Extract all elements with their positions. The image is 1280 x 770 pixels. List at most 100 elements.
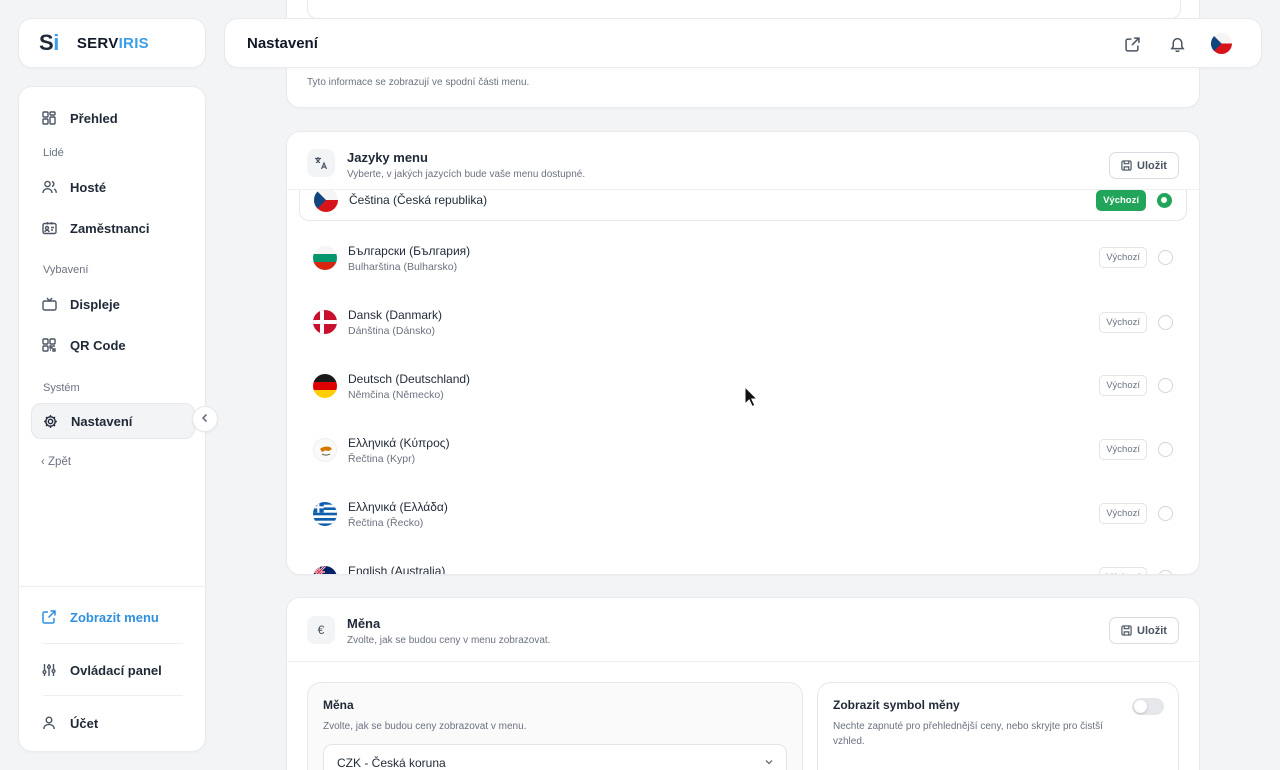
section-label-equipment: Vybavení bbox=[43, 264, 89, 276]
save-languages-button[interactable]: Uložit bbox=[1109, 152, 1179, 179]
logo-text: SERVIRIS bbox=[77, 35, 149, 52]
chevron-left-icon: ‹ bbox=[41, 456, 49, 468]
default-badge[interactable]: Výchozí bbox=[1096, 190, 1146, 211]
currency-card: € Měna Zvolte, jak se budou ceny v menu … bbox=[286, 597, 1200, 770]
currency-symbol-panel: Zobrazit symbol měny Nechte zapnuté pro … bbox=[817, 682, 1179, 770]
currency-panel-subtitle: Zvolte, jak se budou ceny zobrazovat v m… bbox=[323, 721, 527, 732]
flag-bg-icon bbox=[313, 246, 337, 270]
tv-icon bbox=[41, 296, 57, 312]
default-radio[interactable] bbox=[1157, 193, 1172, 208]
show-menu-link[interactable]: Zobrazit menu bbox=[31, 600, 195, 634]
user-icon bbox=[41, 715, 57, 731]
language-row[interactable]: Ελληνικά (Ελλάδα) Řečtina (Řecko) Výchoz… bbox=[287, 482, 1199, 546]
sidebar-divider bbox=[43, 695, 183, 696]
flag-au-icon bbox=[313, 566, 337, 574]
language-name: Ελληνικά (Ελλάδα) bbox=[348, 500, 448, 514]
sidebar-item-label: Nastavení bbox=[71, 413, 133, 429]
chevron-down-icon bbox=[764, 757, 774, 767]
section-label-people: Lidé bbox=[43, 147, 64, 159]
currency-symbol-toggle[interactable] bbox=[1132, 698, 1164, 715]
sidebar-item-qr[interactable]: QR Code bbox=[31, 327, 195, 363]
logo[interactable]: Si SERVIRIS bbox=[18, 18, 206, 68]
save-icon bbox=[1121, 625, 1132, 636]
sidebar-item-overview[interactable]: Přehled bbox=[31, 100, 195, 136]
sidebar-divider bbox=[19, 586, 207, 587]
page-title: Nastavení bbox=[247, 34, 318, 52]
info-input[interactable] bbox=[307, 0, 1181, 19]
logo-text-b: IRIS bbox=[118, 34, 149, 52]
info-hint: Tyto informace se zobrazují ve spodní čá… bbox=[307, 77, 530, 88]
language-row[interactable]: Dansk (Danmark) Dánština (Dánsko) Výchoz… bbox=[287, 290, 1199, 354]
set-default-button[interactable]: Výchozí bbox=[1099, 312, 1147, 333]
bell-icon[interactable] bbox=[1167, 34, 1187, 54]
set-default-button[interactable]: Výchozí bbox=[1099, 247, 1147, 268]
language-name: Български (България) bbox=[348, 244, 471, 258]
default-radio[interactable] bbox=[1158, 315, 1173, 330]
language-row[interactable]: English (Australia) Výchozí bbox=[287, 546, 1199, 575]
show-menu-label: Zobrazit menu bbox=[70, 609, 159, 625]
language-row[interactable]: Български (България) Bulharština (Bulhar… bbox=[287, 226, 1199, 290]
currency-title: Měna bbox=[347, 616, 381, 631]
sidebar-item-label: Účet bbox=[70, 715, 99, 731]
section-label-system: Systém bbox=[43, 382, 80, 394]
mouse-cursor-icon bbox=[744, 386, 758, 408]
language-row[interactable]: Ελληνικά (Κύπρος) Řečtina (Kypr) Výchozí bbox=[287, 418, 1199, 482]
default-radio[interactable] bbox=[1158, 442, 1173, 457]
language-sub: Řečtina (Kypr) bbox=[348, 453, 416, 465]
currency-panel-title: Měna bbox=[323, 698, 354, 712]
sidebar-item-guests[interactable]: Hosté bbox=[31, 169, 195, 205]
logo-mark: Si bbox=[39, 30, 59, 56]
external-link-icon[interactable] bbox=[1122, 34, 1142, 54]
set-default-button[interactable]: Výchozí bbox=[1099, 375, 1147, 396]
language-flag-button[interactable] bbox=[1211, 33, 1232, 54]
save-label: Uložit bbox=[1137, 624, 1167, 637]
logo-mark-i: i bbox=[53, 30, 59, 55]
language-name: Čeština (Česká republika) bbox=[349, 193, 488, 207]
euro-icon: € bbox=[307, 616, 335, 644]
languages-subtitle: Vyberte, v jakých jazycích bude vaše men… bbox=[347, 169, 586, 180]
set-default-button[interactable]: Výchozí bbox=[1099, 503, 1147, 524]
save-icon bbox=[1121, 160, 1132, 171]
default-radio[interactable] bbox=[1158, 250, 1173, 265]
save-currency-button[interactable]: Uložit bbox=[1109, 617, 1179, 644]
translate-icon bbox=[307, 149, 335, 177]
sidebar-item-employees[interactable]: Zaměstnanci bbox=[31, 210, 195, 246]
flag-cz-icon bbox=[314, 188, 338, 212]
sidebar-divider bbox=[43, 643, 183, 644]
language-name: Dansk (Danmark) bbox=[348, 308, 443, 322]
save-label: Uložit bbox=[1137, 159, 1167, 172]
default-radio[interactable] bbox=[1158, 378, 1173, 393]
currency-select[interactable]: CZK - Česká koruna bbox=[323, 744, 787, 770]
currency-symbol-subtitle: Nechte zapnuté pro přehlednější ceny, ne… bbox=[833, 721, 1103, 747]
language-name: English (Australia) bbox=[348, 564, 446, 575]
sidebar-item-label: Ovládací panel bbox=[70, 662, 162, 678]
logo-text-a: SERV bbox=[76, 34, 119, 52]
flag-dk-icon bbox=[313, 310, 337, 334]
back-link[interactable]: ‹ Zpět bbox=[41, 456, 71, 468]
language-sub: Bulharština (Bulharsko) bbox=[348, 261, 458, 273]
sidebar-item-account[interactable]: Účet bbox=[31, 706, 195, 740]
sidebar-item-settings[interactable]: Nastavení bbox=[31, 403, 195, 439]
users-icon bbox=[41, 179, 57, 195]
currency-select-panel: Měna Zvolte, jak se budou ceny zobrazova… bbox=[307, 682, 803, 770]
euro-icon-glyph: € bbox=[317, 623, 325, 637]
flag-cy-icon bbox=[313, 438, 337, 462]
sidebar-item-control-panel[interactable]: Ovládací panel bbox=[31, 653, 195, 687]
set-default-button[interactable]: Výchozí bbox=[1099, 567, 1147, 574]
default-radio[interactable] bbox=[1158, 506, 1173, 521]
language-sub: Řečtina (Řecko) bbox=[348, 517, 424, 529]
flag-gr-icon bbox=[313, 502, 337, 526]
grid-icon bbox=[41, 110, 57, 126]
sidebar-item-label: Přehled bbox=[70, 110, 118, 126]
language-list[interactable]: Čeština (Česká republika) Výchozí Българ… bbox=[287, 132, 1199, 574]
set-default-button[interactable]: Výchozí bbox=[1099, 439, 1147, 460]
languages-card: Jazyky menu Vyberte, v jakých jazycích b… bbox=[286, 131, 1200, 575]
language-row[interactable]: Deutsch (Deutschland) Němčina (Německo) … bbox=[287, 354, 1199, 418]
collapse-sidebar-button[interactable] bbox=[192, 406, 218, 432]
default-radio[interactable] bbox=[1158, 570, 1173, 574]
currency-select-value: CZK - Česká koruna bbox=[337, 756, 446, 770]
sidebar-item-label: Displeje bbox=[70, 296, 120, 312]
sidebar-item-displays[interactable]: Displeje bbox=[31, 286, 195, 322]
logo-mark-s: S bbox=[39, 30, 54, 55]
id-card-icon bbox=[41, 220, 57, 236]
